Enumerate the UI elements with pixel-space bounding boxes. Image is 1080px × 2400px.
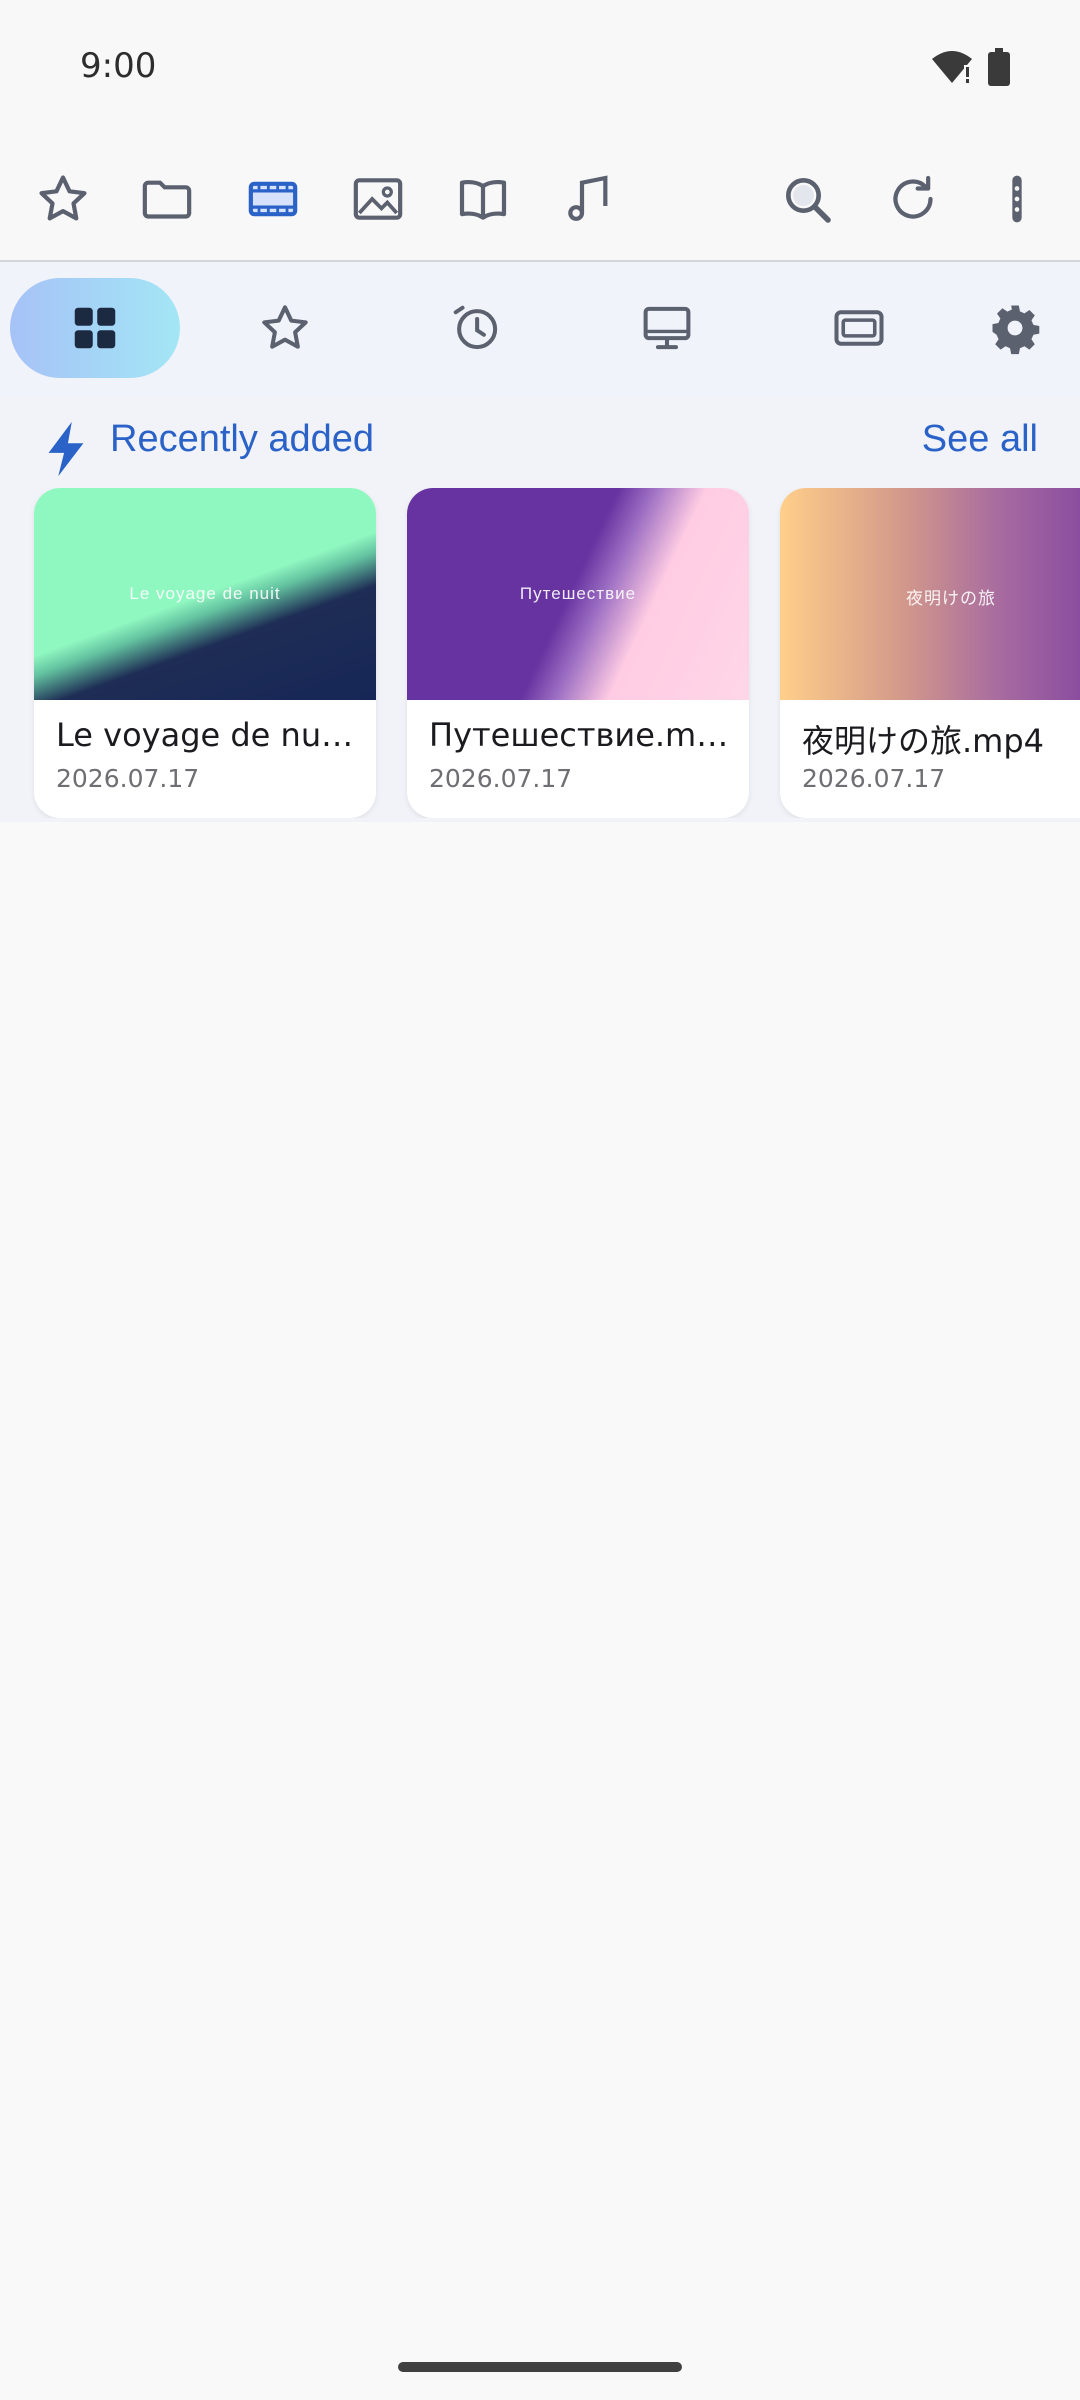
- top-toolbar: [0, 136, 1080, 262]
- section-title: Recently added: [110, 418, 375, 460]
- search-icon: [786, 178, 831, 223]
- folder-icon: [142, 180, 192, 219]
- video-card[interactable]: 夜明けの旅 夜明けの旅.mp4 2026.07.17: [780, 488, 1080, 818]
- book-icon: [459, 180, 507, 220]
- status-time: 9:00: [80, 46, 157, 86]
- thumbnail-caption: 夜明けの旅: [906, 589, 996, 608]
- recently-added-section: Recently added See all Le voyage de nuit…: [0, 396, 1080, 822]
- section-nav: [0, 262, 1080, 396]
- history-icon: [453, 305, 498, 350]
- wifi-icon: [932, 51, 972, 83]
- images-tab-button[interactable]: [343, 164, 413, 234]
- monitor-icon: [643, 306, 691, 350]
- thumbnail-caption: Le voyage de nuit: [129, 584, 281, 603]
- books-tab-button[interactable]: [448, 164, 518, 234]
- grid-icon: [74, 307, 116, 349]
- music-icon: [568, 175, 608, 221]
- battery-icon: [988, 48, 1010, 86]
- thumbnail-caption: Путешествие: [519, 584, 637, 603]
- section-favorites-button[interactable]: [200, 278, 370, 378]
- star-icon: [39, 175, 87, 221]
- video-title: Le voyage de nuit…: [56, 716, 356, 754]
- video-thumbnail: Le voyage de nuit: [34, 488, 376, 700]
- favorites-tab-button[interactable]: [28, 164, 98, 234]
- more-vert-icon: [1012, 175, 1022, 223]
- video-card[interactable]: Путешествие Путешествие.mp4 2026.07.17: [407, 488, 749, 818]
- more-options-button[interactable]: [982, 164, 1052, 234]
- video-card[interactable]: Le voyage de nuit Le voyage de nuit… 202…: [34, 488, 376, 818]
- video-frame-icon: [834, 310, 884, 346]
- section-history-button[interactable]: [391, 278, 561, 378]
- section-videos-button[interactable]: [774, 278, 944, 378]
- video-title: 夜明けの旅.mp4: [802, 722, 1045, 760]
- videos-tab-button[interactable]: [238, 164, 308, 234]
- video-thumbnail: Путешествие: [407, 488, 749, 700]
- video-date: 2026.07.17: [56, 764, 200, 793]
- section-all-button[interactable]: [10, 278, 180, 378]
- video-icon: [248, 181, 298, 217]
- refresh-button[interactable]: [878, 164, 948, 234]
- search-button[interactable]: [772, 164, 842, 234]
- status-icons: [930, 48, 1010, 86]
- settings-icon: [992, 305, 1040, 355]
- folders-tab-button[interactable]: [132, 164, 202, 234]
- lightning-icon: [48, 421, 84, 477]
- video-thumbnail: 夜明けの旅: [780, 488, 1080, 700]
- video-date: 2026.07.17: [429, 764, 573, 793]
- star-icon: [262, 305, 308, 349]
- gesture-bar[interactable]: [398, 2362, 682, 2372]
- video-date: 2026.07.17: [802, 764, 946, 793]
- status-bar: 9:00: [0, 0, 1080, 136]
- video-title: Путешествие.mp4: [429, 716, 729, 754]
- refresh-icon: [893, 175, 933, 219]
- see-all-link[interactable]: See all: [922, 418, 1038, 461]
- image-icon: [353, 178, 403, 220]
- recent-carousel[interactable]: Le voyage de nuit Le voyage de nuit… 202…: [0, 488, 1080, 818]
- section-settings-button[interactable]: [930, 278, 1080, 378]
- section-screen-button[interactable]: [582, 278, 752, 378]
- music-tab-button[interactable]: [554, 164, 624, 234]
